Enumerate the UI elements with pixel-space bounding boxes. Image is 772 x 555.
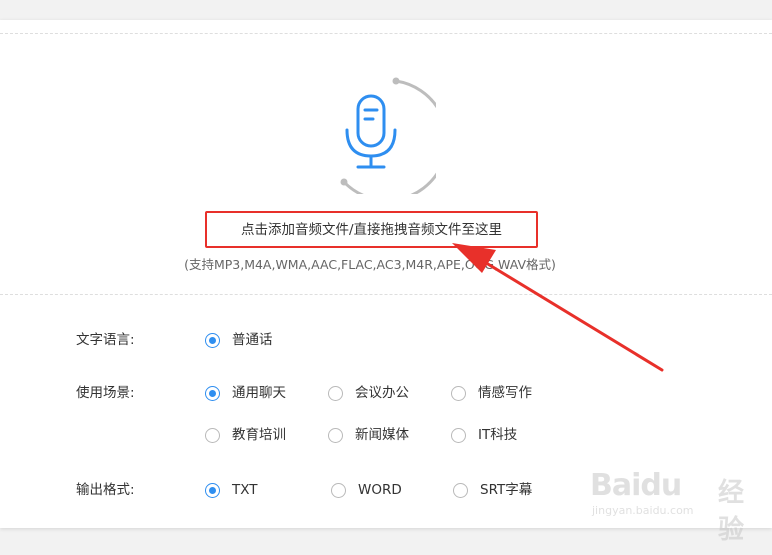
watermark-brand: Baidu — [590, 468, 682, 503]
language-label: 文字语言: — [76, 332, 135, 348]
option-label: WORD — [358, 482, 402, 498]
scene-option-education[interactable]: 教育培训 — [205, 425, 286, 445]
radio-unchecked-icon[interactable] — [331, 482, 346, 498]
section-divider — [0, 294, 772, 295]
output-option-srt[interactable]: SRT字幕 — [453, 480, 532, 500]
dropzone-top-border — [0, 33, 772, 34]
radio-checked-icon[interactable] — [205, 332, 220, 348]
option-label: SRT字幕 — [480, 482, 533, 498]
scene-option-writing[interactable]: 情感写作 — [451, 383, 532, 403]
radio-checked-icon[interactable] — [205, 482, 220, 498]
microphone-icon[interactable] — [306, 72, 449, 202]
scene-option-chat[interactable]: 通用聊天 — [205, 383, 286, 403]
option-label: 教育培训 — [232, 427, 286, 443]
option-label: 新闻媒体 — [355, 427, 409, 443]
top-bar — [0, 0, 772, 20]
radio-unchecked-icon[interactable] — [205, 427, 220, 443]
radio-unchecked-icon[interactable] — [328, 385, 343, 401]
radio-unchecked-icon[interactable] — [451, 427, 466, 443]
radio-checked-icon[interactable] — [205, 385, 220, 401]
baidu-jingyan-watermark: Baidu 经验 jingyan.baidu.com — [590, 466, 744, 545]
option-label: 会议办公 — [355, 385, 409, 401]
radio-unchecked-icon[interactable] — [451, 385, 466, 401]
radio-unchecked-icon[interactable] — [328, 427, 343, 443]
radio-unchecked-icon[interactable] — [453, 482, 468, 498]
scene-option-it[interactable]: IT科技 — [451, 425, 517, 445]
option-label: TXT — [232, 482, 258, 498]
language-option-mandarin[interactable]: 普通话 — [205, 330, 273, 350]
option-label: 情感写作 — [478, 385, 532, 401]
option-label: 普通话 — [232, 332, 273, 348]
option-label: IT科技 — [478, 427, 518, 443]
upload-dropzone[interactable] — [306, 72, 449, 202]
scene-option-news[interactable]: 新闻媒体 — [328, 425, 409, 445]
scene-label: 使用场景: — [76, 385, 135, 401]
output-label: 输出格式: — [76, 482, 135, 498]
output-option-word[interactable]: WORD — [331, 480, 402, 500]
supported-formats-text: (支持MP3,M4A,WMA,AAC,FLAC,AC3,M4R,APE,OGG,… — [184, 257, 556, 272]
option-label: 通用聊天 — [232, 385, 286, 401]
watermark-suffix: 经验 — [718, 478, 745, 545]
output-option-txt[interactable]: TXT — [205, 480, 258, 500]
watermark-url: jingyan.baidu.com — [592, 504, 694, 517]
annotation-highlight-box — [205, 211, 538, 248]
scene-option-meeting[interactable]: 会议办公 — [328, 383, 409, 403]
